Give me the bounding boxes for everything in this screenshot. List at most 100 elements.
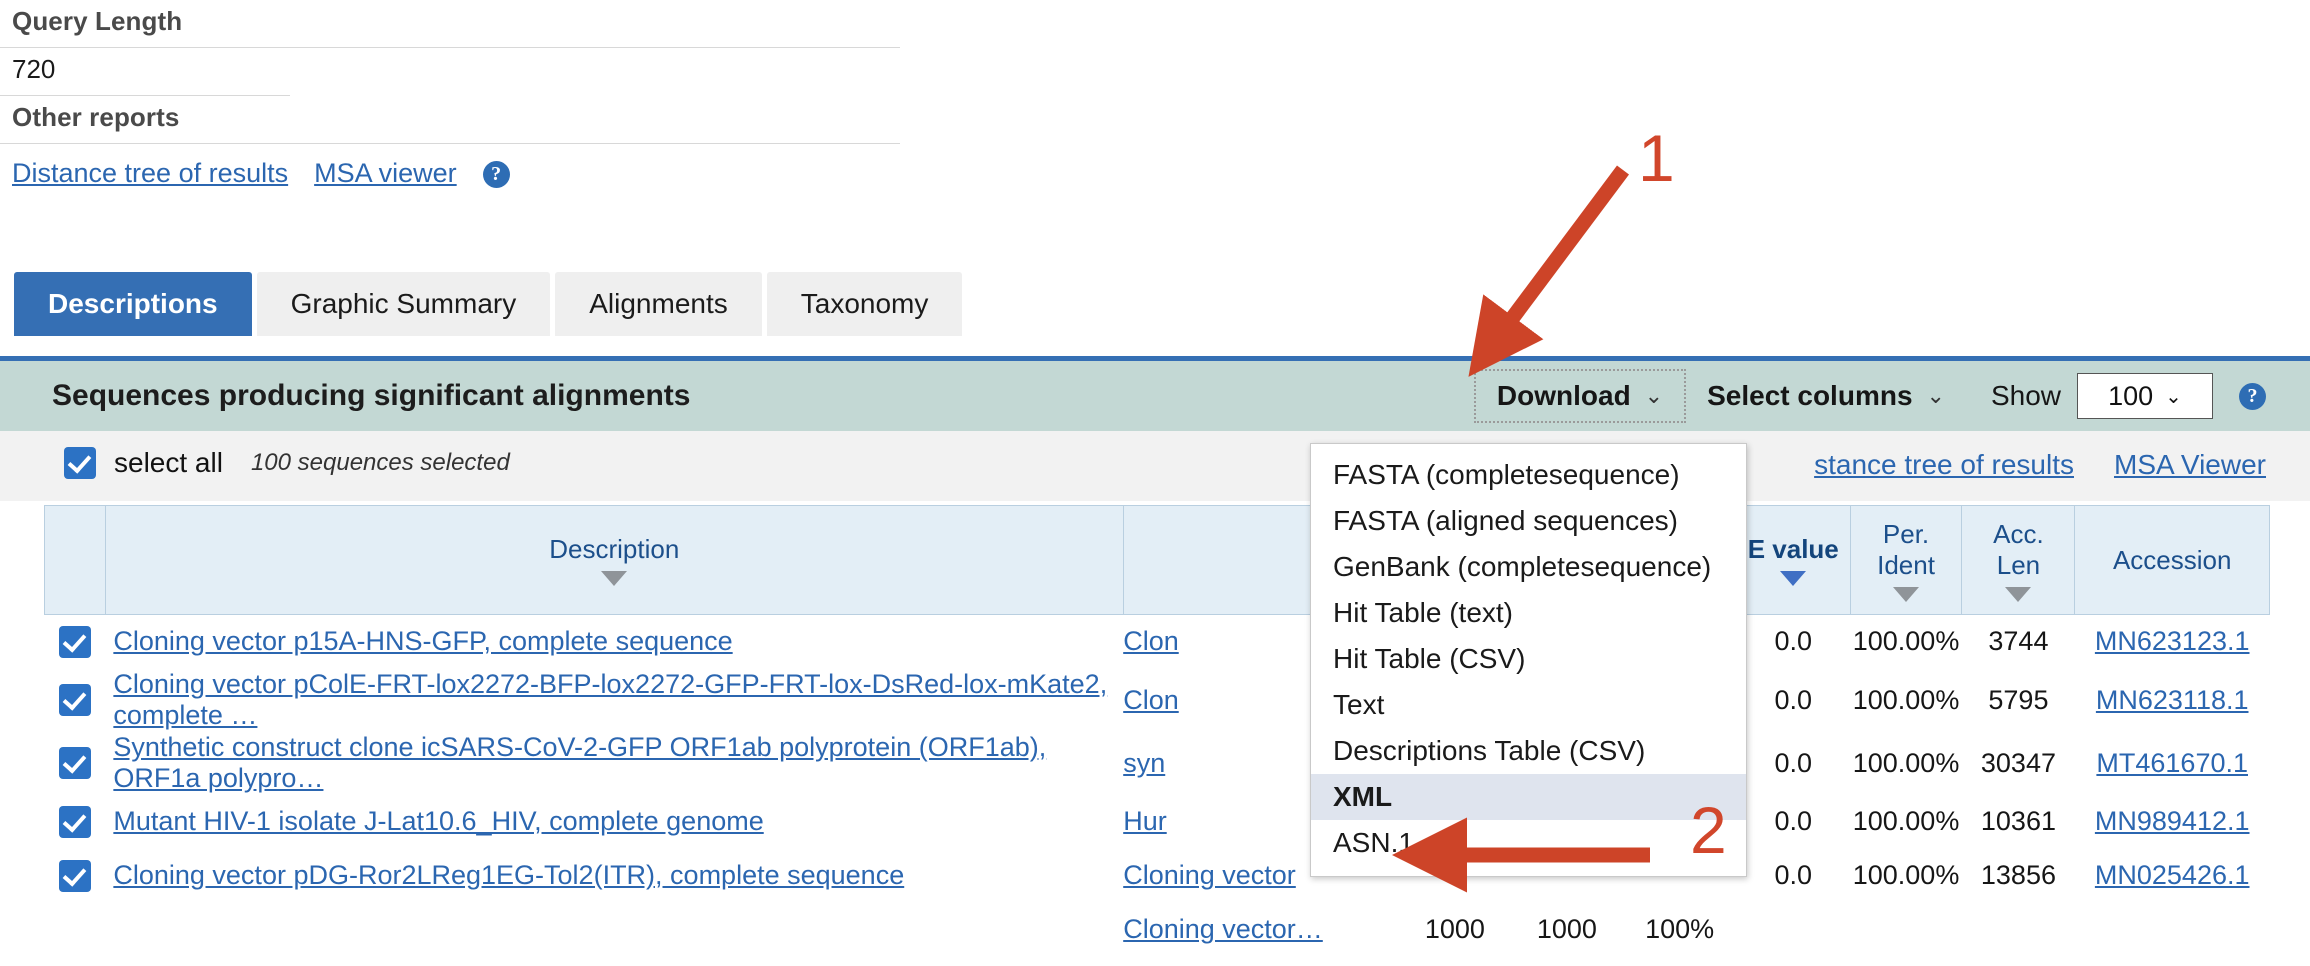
table-header-row: Description E value Per. Ident Acc. Len … (44, 505, 2270, 615)
row-per-ident-cell: 100.00% (1852, 860, 1960, 890)
row-acc-len-cell: 3744 (1988, 626, 2049, 656)
row-scientific-name-link[interactable]: Clon (1123, 626, 1179, 656)
show-count-select[interactable]: 100 ⌄ (2077, 373, 2213, 419)
menu-item-fasta-complete[interactable]: FASTA (completesequence) (1311, 452, 1746, 498)
row-checkbox-cell (45, 732, 106, 795)
column-header-accession[interactable]: Accession (2074, 505, 2270, 615)
row-scientific-name-link[interactable]: syn (1123, 748, 1165, 778)
row-checkbox[interactable] (58, 684, 91, 717)
row-scientific-name-link[interactable]: Cloning vector… (1123, 914, 1323, 944)
table-row[interactable]: Cloning vector pDG-Ror2LReg1EG-Tol2(ITR)… (44, 849, 2270, 903)
column-header-e-value[interactable]: E value (1735, 505, 1851, 615)
row-per-ident-cell: 100.00% (1852, 806, 1960, 836)
row-scientific-name-link[interactable]: Clon (1123, 685, 1179, 715)
row-scientific-name-link[interactable]: Hur (1123, 806, 1167, 836)
download-dropdown-menu: FASTA (completesequence) FASTA (aligned … (1310, 443, 1747, 877)
sort-descending-icon[interactable] (1780, 571, 1807, 586)
select-all-bar: select all 100 sequences selected stance… (0, 431, 2310, 501)
row-description-link[interactable]: Cloning vector pColE-FRT-lox2272-BFP-lox… (113, 669, 1107, 730)
menu-item-descriptions-table-csv[interactable]: Descriptions Table (CSV) (1311, 728, 1746, 774)
row-accession-cell: MN025426.1 (2075, 849, 2270, 903)
row-accession-link[interactable]: MN623123.1 (2095, 626, 2250, 656)
menu-item-hit-table-csv[interactable]: Hit Table (CSV) (1311, 636, 1746, 682)
query-length-label: Query Length (12, 6, 183, 36)
row-per-ident-cell (1850, 903, 1962, 957)
sort-descending-icon[interactable] (2005, 586, 2032, 602)
column-header-e-value-label: E value (1747, 534, 1839, 564)
row-checkbox-cell (45, 903, 106, 957)
selected-count-text: 100 sequences selected (250, 449, 510, 476)
results-title: Sequences producing significant alignmen… (52, 379, 691, 412)
annotation-number-1: 1 (1638, 121, 1675, 195)
help-icon[interactable]: ? (2239, 382, 2266, 410)
tab-taxonomy[interactable]: Taxonomy (766, 272, 963, 336)
row-checkbox[interactable] (58, 625, 91, 658)
row-e-value-cell: 0.0 (1774, 860, 1812, 890)
results-tabs: Descriptions Graphic Summary Alignments … (14, 272, 963, 336)
row-accession-link[interactable]: MT461670.1 (2096, 748, 2248, 778)
menu-item-hit-table-text[interactable]: Hit Table (text) (1311, 590, 1746, 636)
column-header-per-ident-label: Per. Ident (1877, 518, 1935, 580)
column-header-description[interactable]: Description (104, 505, 1124, 615)
link-msa-viewer[interactable]: MSA viewer (314, 158, 457, 188)
row-e-value-cell (1736, 903, 1850, 957)
row-e-value-cell: 0.0 (1774, 747, 1812, 778)
row-accession-link[interactable]: MN623118.1 (2096, 685, 2249, 715)
select-all-checkbox[interactable] (64, 447, 96, 479)
menu-item-asn1[interactable]: ASN.1 (1311, 820, 1746, 866)
link-msa-viewer[interactable]: MSA Viewer (2114, 449, 2266, 480)
row-checkbox[interactable] (58, 859, 91, 892)
results-table: Description E value Per. Ident Acc. Len … (44, 505, 2270, 957)
results-table-head: Description E value Per. Ident Acc. Len … (44, 505, 2270, 615)
chevron-down-icon: ⌄ (1644, 383, 1664, 408)
query-summary-panel: Query Length 720 Other reports Distance … (0, 0, 900, 189)
tab-descriptions[interactable]: Descriptions (14, 272, 252, 336)
help-icon[interactable]: ? (482, 161, 510, 188)
sort-descending-icon[interactable] (601, 571, 628, 586)
table-row[interactable]: Cloning vector pColE-FRT-lox2272-BFP-lox… (44, 669, 2270, 732)
tab-graphic-summary[interactable]: Graphic Summary (256, 272, 551, 336)
menu-item-text[interactable]: Text (1311, 682, 1746, 728)
menu-item-fasta-aligned[interactable]: FASTA (aligned sequences) (1311, 498, 1746, 544)
query-length-row: Query Length (0, 0, 900, 48)
sort-descending-icon[interactable] (1893, 586, 1920, 602)
row-acc-len-cell (1962, 903, 2075, 957)
row-description-link[interactable]: Cloning vector p15A-HNS-GFP, complete se… (113, 626, 732, 656)
link-distance-tree-of-results[interactable]: stance tree of results (1814, 449, 2074, 480)
column-header-accession-label: Accession (2112, 544, 2232, 575)
download-button[interactable]: Download ⌄ (1473, 369, 1687, 423)
tab-alignments[interactable]: Alignments (555, 272, 762, 336)
row-max-score-cell: 1000 (1424, 914, 1485, 944)
select-all-label: select all (114, 447, 223, 478)
select-all-group: select all 100 sequences selected (64, 447, 510, 479)
menu-item-genbank-complete[interactable]: GenBank (completesequence) (1311, 544, 1746, 590)
column-header-acc-len[interactable]: Acc. Len (1961, 505, 2076, 615)
table-row[interactable]: Mutant HIV-1 isolate J-Lat10.6_HIV, comp… (44, 795, 2270, 849)
other-reports-links: Distance tree of results MSA viewer? (0, 144, 900, 189)
row-checkbox[interactable] (58, 747, 91, 780)
row-accession-link[interactable]: MN989412.1 (2095, 806, 2250, 836)
row-description-cell: Cloning vector p15A-HNS-GFP, complete se… (105, 615, 1123, 669)
menu-item-xml[interactable]: XML (1311, 774, 1746, 820)
row-accession-cell: MN623123.1 (2075, 615, 2270, 669)
link-distance-tree-of-results[interactable]: Distance tree of results (12, 158, 288, 188)
row-e-value-cell: 0.0 (1774, 626, 1812, 656)
row-per-ident-cell: 100.00% (1852, 626, 1960, 656)
row-description-link[interactable]: Mutant HIV-1 isolate J-Lat10.6_HIV, comp… (113, 806, 763, 836)
row-description-cell: Cloning vector pDG-Ror2LReg1EG-Tol2(ITR)… (105, 849, 1123, 903)
row-scientific-name-link[interactable]: Cloning vector (1123, 860, 1296, 890)
tab-underline (0, 356, 2310, 361)
table-row[interactable]: Cloning vector p15A-HNS-GFP, complete se… (44, 615, 2270, 669)
row-description-link[interactable]: Cloning vector pDG-Ror2LReg1EG-Tol2(ITR)… (113, 860, 904, 890)
column-header-per-ident[interactable]: Per. Ident (1849, 505, 1963, 615)
table-row-partial[interactable]: Cloning vector… 1000 1000 100% (44, 903, 2270, 957)
table-row[interactable]: Synthetic construct clone icSARS-CoV-2-G… (44, 732, 2270, 795)
results-header-tools: Download ⌄ Select columns ⌄ Show 100 ⌄ ? (1473, 361, 2266, 431)
row-accession-link[interactable]: MN025426.1 (2095, 860, 2250, 890)
select-columns-button[interactable]: Select columns ⌄ (1685, 370, 1967, 422)
results-header-bar: Sequences producing significant alignmen… (0, 361, 2310, 431)
row-description-link[interactable]: Synthetic construct clone icSARS-CoV-2-G… (113, 732, 1046, 793)
row-checkbox[interactable] (58, 805, 91, 838)
row-accession-cell: MN623118.1 (2075, 669, 2270, 732)
row-e-value-cell: 0.0 (1774, 806, 1812, 836)
